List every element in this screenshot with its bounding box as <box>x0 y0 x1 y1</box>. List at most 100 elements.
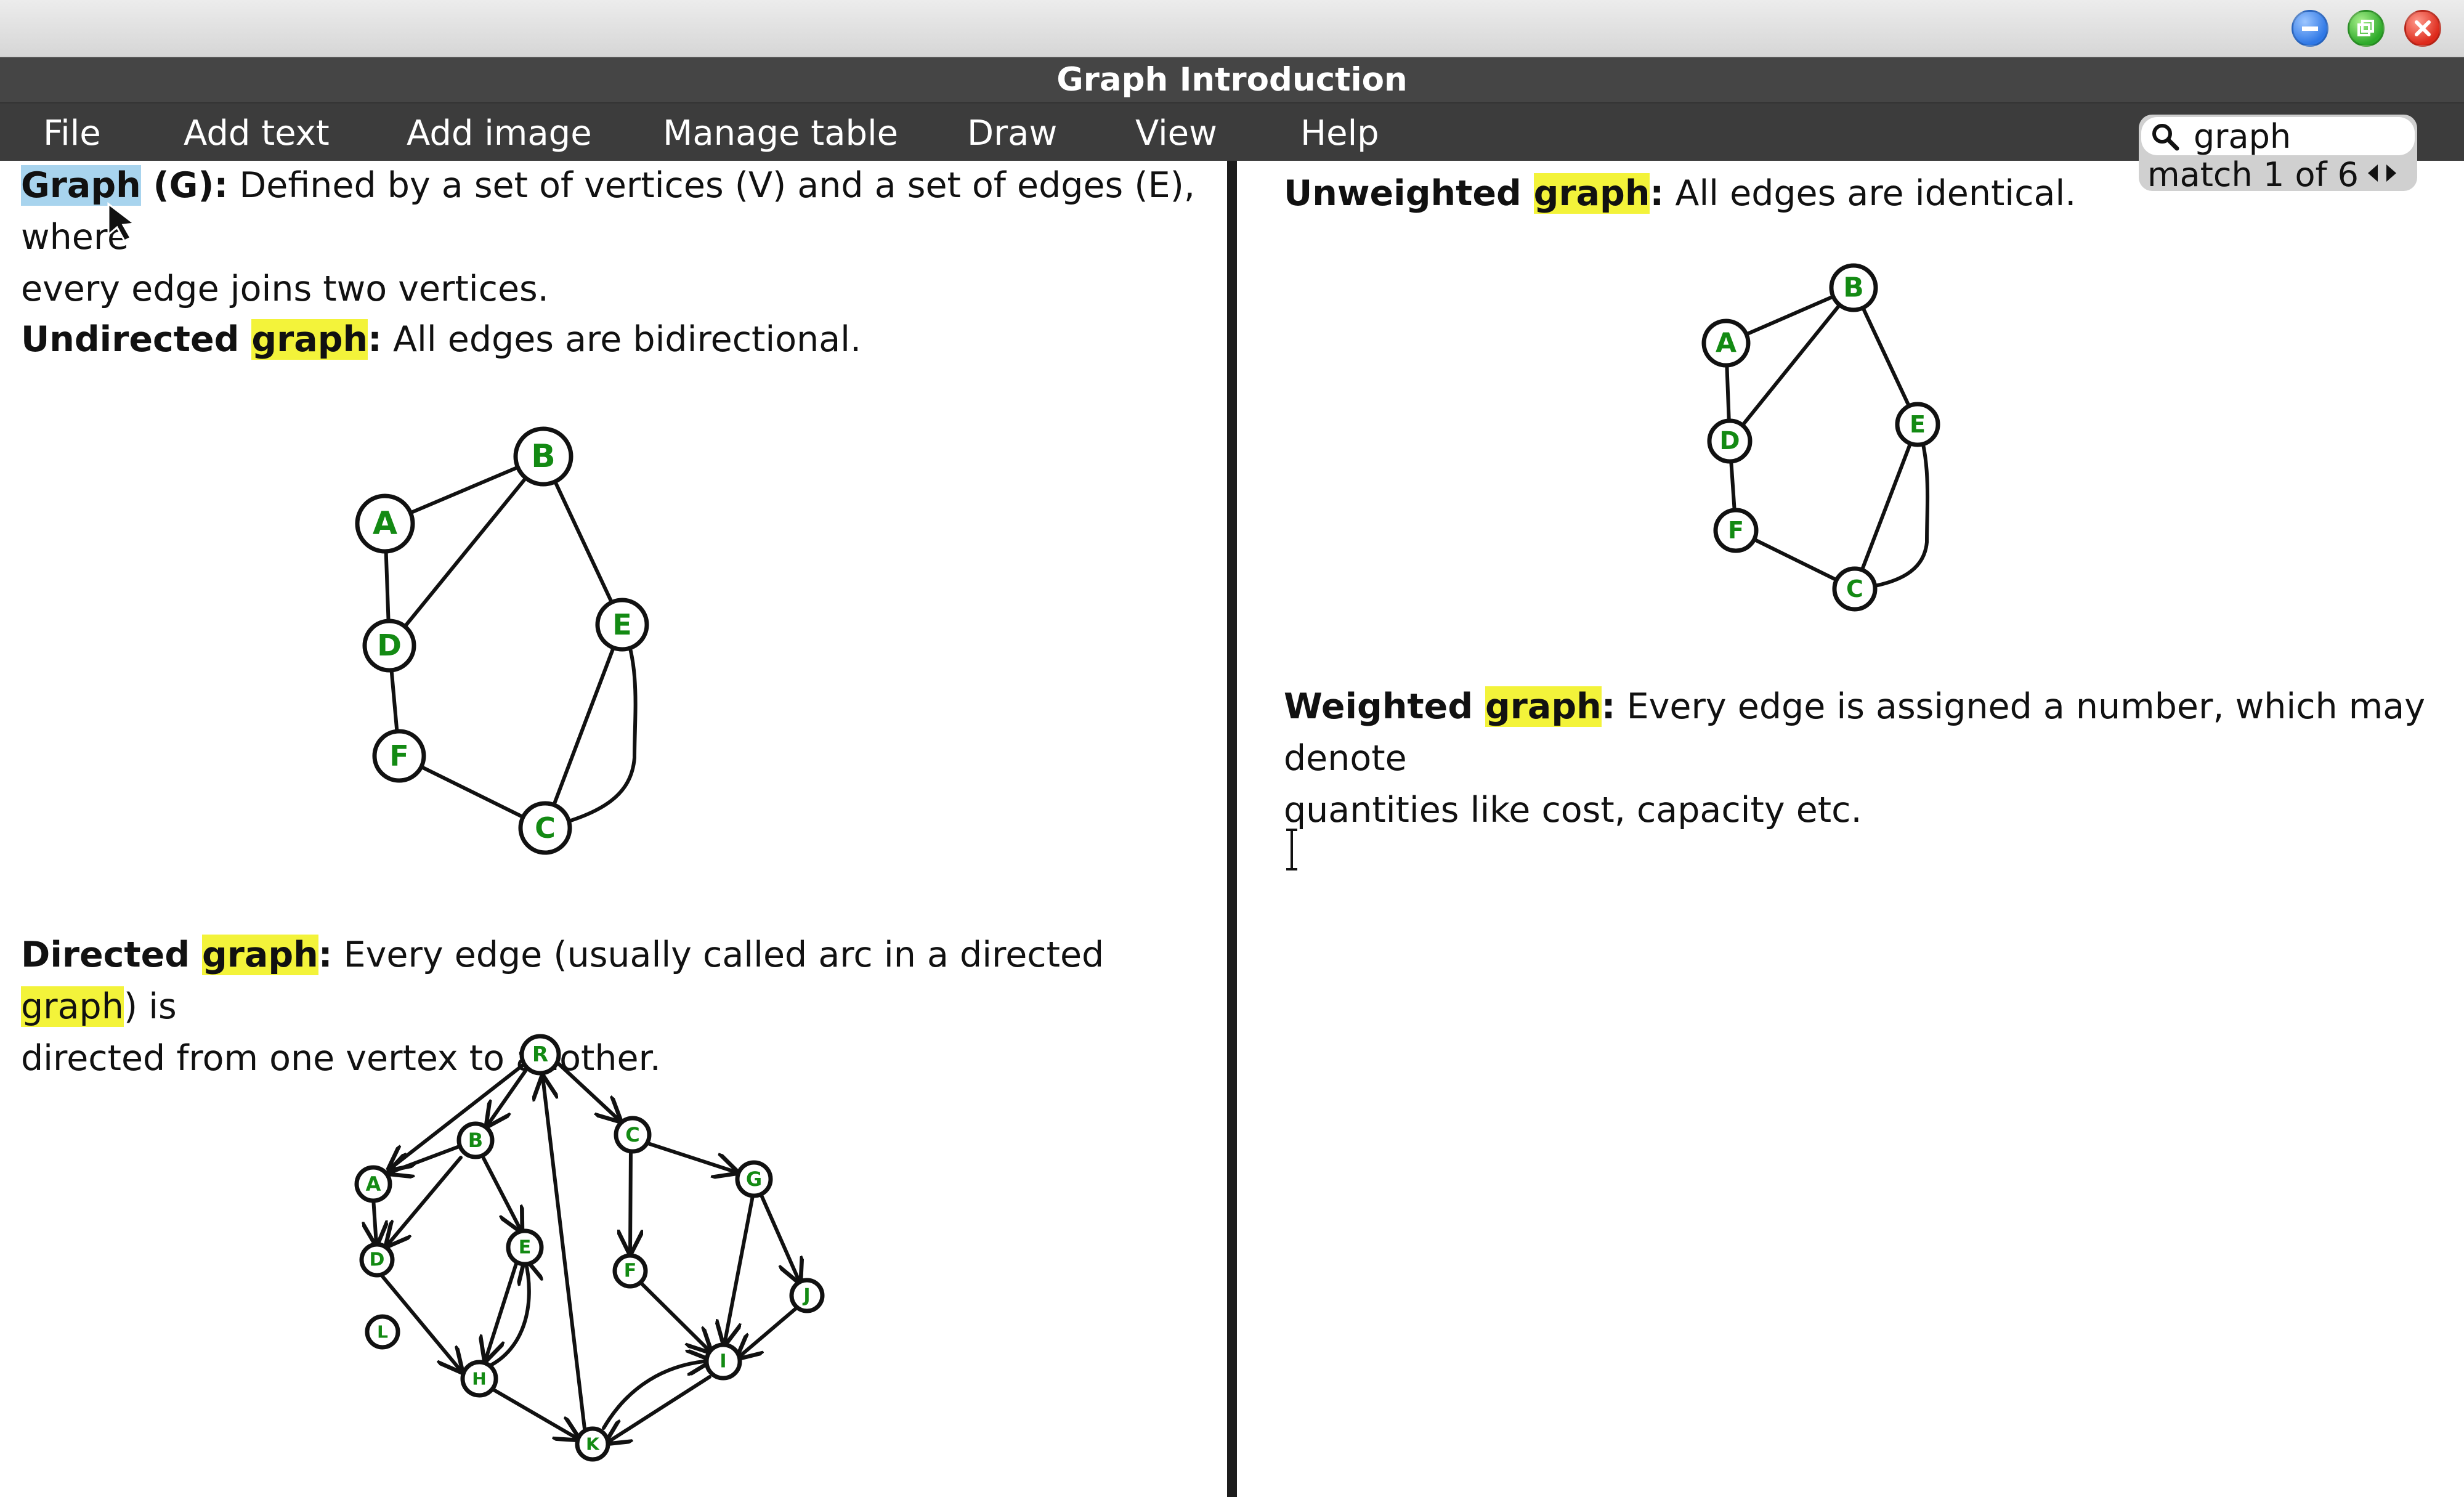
search-match: graph <box>21 986 124 1027</box>
edge-e-c-curved <box>543 623 638 830</box>
term-prefix: Undirected <box>21 319 252 360</box>
term-prefix: Directed <box>21 935 202 975</box>
node-label: L <box>377 1322 388 1342</box>
node-label: K <box>586 1434 600 1454</box>
search-match-active: Graph <box>21 165 141 206</box>
term-colon: : <box>1650 173 1664 214</box>
menu-add-text[interactable]: Add text <box>184 113 330 153</box>
node-label: B <box>468 1129 483 1152</box>
menu-file[interactable]: File <box>43 113 101 153</box>
term-prefix: Unweighted <box>1284 173 1534 214</box>
edge-b-d <box>387 455 545 647</box>
node-e[interactable]: E <box>595 598 649 652</box>
node-label: J <box>802 1285 810 1307</box>
node-e[interactable]: E <box>1895 402 1940 447</box>
definition-text-end: ) is <box>123 986 177 1027</box>
window-chrome <box>0 0 2464 57</box>
search-input[interactable] <box>2194 117 2403 155</box>
definition-weighted: Weighted graph: Every edge is assigned a… <box>1284 681 2448 836</box>
node-g[interactable]: G <box>735 1160 773 1198</box>
node-label: D <box>377 628 402 663</box>
node-e[interactable]: E <box>506 1228 544 1267</box>
node-f[interactable]: F <box>612 1253 648 1289</box>
app-title: Graph Introduction <box>0 57 2464 103</box>
definition-text: All edges are identical. <box>1664 173 2077 214</box>
menu-draw[interactable]: Draw <box>967 113 1057 153</box>
node-label: A <box>373 505 397 542</box>
node-d[interactable]: D <box>362 619 416 673</box>
menu-help[interactable]: Help <box>1300 113 1379 153</box>
node-b[interactable]: B <box>513 426 573 487</box>
undirected-graph-drawing[interactable]: A B D E F C <box>345 419 665 862</box>
node-label: C <box>625 1123 639 1146</box>
directed-graph-drawing[interactable]: R A B C G D E F J L H I K <box>345 1023 838 1472</box>
node-b[interactable]: B <box>456 1121 495 1159</box>
node-label: G <box>746 1167 762 1191</box>
maximize-icon <box>2357 20 2374 36</box>
node-c[interactable]: C <box>614 1116 652 1154</box>
node-label: E <box>612 608 631 641</box>
node-a[interactable]: A <box>354 1165 392 1203</box>
node-b[interactable]: B <box>1829 263 1878 312</box>
node-label: A <box>1716 328 1737 359</box>
node-c[interactable]: C <box>1832 566 1878 612</box>
search-match: graph <box>201 935 318 975</box>
node-label: B <box>1843 272 1864 304</box>
menu-add-image[interactable]: Add image <box>407 113 592 153</box>
node-label: C <box>1846 575 1863 602</box>
text-cursor-icon <box>1286 829 1297 870</box>
node-label: R <box>532 1042 548 1067</box>
search-match: graph <box>1533 173 1650 214</box>
node-label: F <box>1728 517 1744 544</box>
unweighted-graph-drawing[interactable]: A B D E F C <box>1688 259 1959 622</box>
menu-view[interactable]: View <box>1135 113 1217 153</box>
term-suffix: (G): <box>140 165 229 206</box>
edge-e-c <box>543 623 624 830</box>
search-match: graph <box>251 319 368 360</box>
minimize-button[interactable] <box>2292 10 2328 47</box>
node-l[interactable]: L <box>365 1314 400 1350</box>
node-k[interactable]: K <box>575 1426 610 1462</box>
term-colon: : <box>368 319 382 360</box>
search-match: graph <box>1485 686 1602 727</box>
node-d[interactable]: D <box>359 1242 395 1278</box>
term-colon: : <box>1601 686 1616 727</box>
node-label: B <box>531 438 556 475</box>
node-label: I <box>719 1351 726 1373</box>
node-label: H <box>472 1369 486 1389</box>
edge-e-c <box>1853 423 1919 591</box>
node-label: D <box>370 1249 385 1271</box>
search-icon <box>2152 124 2179 151</box>
page-divider <box>1227 161 1237 1497</box>
node-label: C <box>535 811 556 845</box>
mouse-pointer-icon <box>107 201 137 242</box>
definition-undirected: Undirected graph: All edges are bidirect… <box>21 314 1216 365</box>
node-label: E <box>519 1237 532 1259</box>
node-d[interactable]: D <box>1707 418 1753 464</box>
definition-text: All edges are bidirectional. <box>381 319 862 360</box>
node-c[interactable]: C <box>518 801 572 855</box>
definition-graph: Graph (G): Defined by a set of vertices … <box>21 160 1216 315</box>
close-icon <box>2415 20 2431 36</box>
node-f[interactable]: F <box>1713 508 1759 553</box>
node-r[interactable]: R <box>519 1034 561 1076</box>
definition-text: Every edge (usually called arc in a dire… <box>332 935 1104 975</box>
definition-text-line2: quantities like cost, capacity etc. <box>1284 790 1862 830</box>
term-prefix: Weighted <box>1284 686 1485 727</box>
node-f[interactable]: F <box>372 729 426 783</box>
search-field[interactable] <box>2141 117 2415 155</box>
close-button[interactable] <box>2404 10 2441 47</box>
maximize-button[interactable] <box>2348 10 2385 47</box>
node-a[interactable]: A <box>355 493 415 554</box>
node-i[interactable]: I <box>704 1342 742 1381</box>
definition-text-line2: every edge joins two vertices. <box>21 269 549 309</box>
directed-edges <box>373 1061 800 1443</box>
node-h[interactable]: H <box>460 1360 498 1398</box>
term-colon: : <box>318 935 333 975</box>
definition-unweighted: Unweighted graph: All edges are identica… <box>1284 168 2448 219</box>
edge-b-d <box>1728 286 1855 443</box>
node-j[interactable]: J <box>789 1278 825 1313</box>
menu-bar: File Add text Add image Manage table Dra… <box>0 103 2464 161</box>
node-a[interactable]: A <box>1701 318 1751 368</box>
menu-manage-table[interactable]: Manage table <box>663 113 898 153</box>
